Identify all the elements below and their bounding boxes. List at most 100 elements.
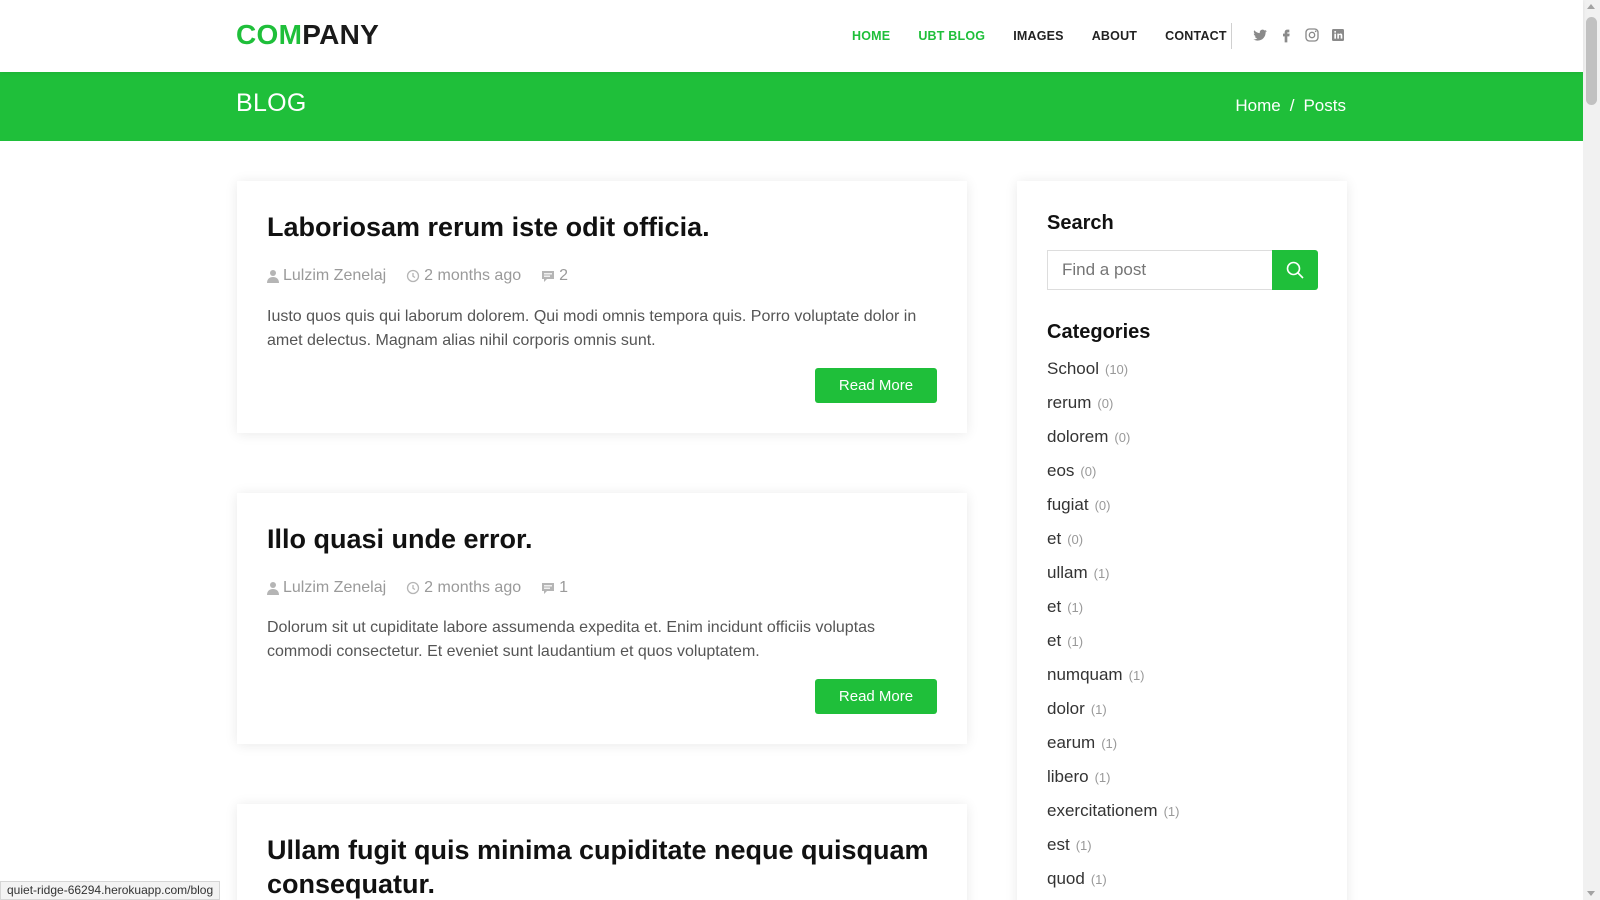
- nav-ubt-blog[interactable]: UBT BLOG: [918, 29, 985, 43]
- category-item[interactable]: rerum (0): [1047, 393, 1179, 427]
- scrollbar-thumb[interactable]: [1586, 17, 1597, 105]
- category-name: libero: [1047, 767, 1089, 786]
- category-name: quod: [1047, 869, 1085, 888]
- category-name: dolorem: [1047, 427, 1109, 446]
- facebook-icon[interactable]: [1278, 27, 1296, 45]
- read-more-button[interactable]: Read More: [815, 679, 937, 714]
- page-scrollbar[interactable]: [1583, 0, 1600, 900]
- breadcrumb-separator: /: [1289, 96, 1295, 115]
- post-meta: Lulzim Zenelaj 2 months ago 2: [267, 267, 588, 285]
- post-title[interactable]: Ullam fugit quis minima cupiditate neque…: [267, 833, 947, 900]
- category-item[interactable]: exercitationem (1): [1047, 801, 1179, 835]
- category-item[interactable]: dolor (1): [1047, 699, 1179, 733]
- instagram-icon[interactable]: [1304, 27, 1322, 45]
- main-nav: HOME UBT BLOG IMAGES ABOUT CONTACT: [852, 0, 1255, 72]
- page-banner: BLOG Home / Posts: [0, 72, 1583, 141]
- post-card: Laboriosam rerum iste odit officia. Lulz…: [237, 181, 967, 433]
- nav-home[interactable]: HOME: [852, 29, 890, 43]
- category-name: et: [1047, 529, 1062, 548]
- clock-icon: [407, 269, 420, 283]
- search-heading: Search: [1047, 212, 1114, 234]
- user-icon: [267, 270, 279, 283]
- category-item[interactable]: est (1): [1047, 835, 1179, 869]
- author-name: Lulzim Zenelaj: [283, 267, 387, 284]
- category-item[interactable]: numquam (1): [1047, 665, 1179, 699]
- nav-contact[interactable]: CONTACT: [1165, 29, 1227, 43]
- category-item[interactable]: dolorem (0): [1047, 427, 1179, 461]
- category-name: exercitationem: [1047, 801, 1158, 820]
- breadcrumb-current: Posts: [1303, 96, 1346, 115]
- nav-about[interactable]: ABOUT: [1092, 29, 1137, 43]
- category-count: (10): [1104, 362, 1129, 377]
- category-count: (0): [1067, 532, 1084, 547]
- category-count: (1): [1094, 770, 1111, 785]
- category-count: (0): [1094, 498, 1111, 513]
- category-item[interactable]: ullam (1): [1047, 563, 1179, 597]
- category-name: et: [1047, 597, 1062, 616]
- category-item[interactable]: School (10): [1047, 359, 1179, 393]
- post-date: 2 months ago: [406, 579, 521, 597]
- category-item[interactable]: fugiat (0): [1047, 495, 1179, 529]
- category-count: (0): [1114, 430, 1131, 445]
- post-card: Illo quasi unde error. Lulzim Zenelaj 2 …: [237, 493, 967, 744]
- post-title[interactable]: Illo quasi unde error.: [267, 522, 533, 556]
- category-name: eos: [1047, 461, 1075, 480]
- status-bar-url: quiet-ridge-66294.herokuapp.com/blog: [0, 881, 221, 900]
- category-item[interactable]: libero (1): [1047, 767, 1179, 801]
- category-name: dolor: [1047, 699, 1085, 718]
- breadcrumb: Home / Posts: [1235, 96, 1346, 116]
- logo-part-2: PANY: [302, 19, 380, 50]
- search-button[interactable]: [1272, 250, 1318, 290]
- clock-icon: [407, 581, 420, 595]
- search-input[interactable]: [1047, 250, 1272, 290]
- post-comments: 2: [541, 267, 568, 285]
- post-comments: 1: [541, 579, 568, 597]
- post-date: 2 months ago: [406, 267, 521, 285]
- comment-count: 2: [559, 267, 569, 284]
- category-count: (0): [1080, 464, 1097, 479]
- category-count: (1): [1128, 668, 1145, 683]
- post-excerpt: Dolorum sit ut cupiditate labore assumen…: [267, 619, 876, 660]
- linkedin-icon[interactable]: [1330, 27, 1348, 45]
- category-item[interactable]: quod (1): [1047, 869, 1179, 900]
- category-name: School: [1047, 359, 1099, 378]
- category-count: (1): [1101, 736, 1118, 751]
- site-logo[interactable]: COMPANY: [236, 19, 379, 51]
- search-icon: [1286, 261, 1304, 279]
- category-count: (0): [1097, 396, 1114, 411]
- comment-count: 1: [559, 579, 569, 596]
- category-count: (1): [1075, 838, 1092, 853]
- post-author: Lulzim Zenelaj: [267, 267, 386, 285]
- category-name: est: [1047, 835, 1070, 854]
- category-count: (1): [1090, 702, 1107, 717]
- twitter-icon[interactable]: [1252, 27, 1270, 45]
- category-name: earum: [1047, 733, 1096, 752]
- category-name: et: [1047, 631, 1062, 650]
- social-links: [1252, 27, 1356, 45]
- category-item[interactable]: et (1): [1047, 631, 1179, 665]
- category-name: rerum: [1047, 393, 1092, 412]
- category-name: numquam: [1047, 665, 1123, 684]
- category-count: (1): [1093, 566, 1110, 581]
- blog-sidebar: Search Categories School (10) rerum (0) do…: [1017, 181, 1347, 900]
- date-text: 2 months ago: [424, 267, 522, 284]
- nav-images[interactable]: IMAGES: [1013, 29, 1064, 43]
- author-name: Lulzim Zenelaj: [283, 579, 387, 596]
- breadcrumb-home[interactable]: Home: [1235, 96, 1280, 115]
- post-card: Ullam fugit quis minima cupiditate neque…: [237, 804, 967, 900]
- post-title[interactable]: Laboriosam rerum iste odit officia.: [267, 210, 710, 244]
- scroll-up-arrow-icon[interactable]: [1587, 4, 1595, 9]
- category-count: (1): [1090, 872, 1107, 887]
- category-name: fugiat: [1047, 495, 1089, 514]
- category-list: School (10) rerum (0) dolorem (0) eos (0) fu…: [1047, 359, 1179, 900]
- category-item[interactable]: et (1): [1047, 597, 1179, 631]
- read-more-button[interactable]: Read More: [815, 368, 937, 403]
- category-item[interactable]: et (0): [1047, 529, 1179, 563]
- category-count: (1): [1067, 600, 1084, 615]
- site-header: COMPANY HOME UBT BLOG IMAGES ABOUT CONTA…: [0, 0, 1583, 72]
- category-name: ullam: [1047, 563, 1088, 582]
- scroll-down-arrow-icon[interactable]: [1587, 891, 1595, 896]
- categories-heading: Categories: [1047, 321, 1151, 343]
- category-item[interactable]: eos (0): [1047, 461, 1179, 495]
- category-item[interactable]: earum (1): [1047, 733, 1179, 767]
